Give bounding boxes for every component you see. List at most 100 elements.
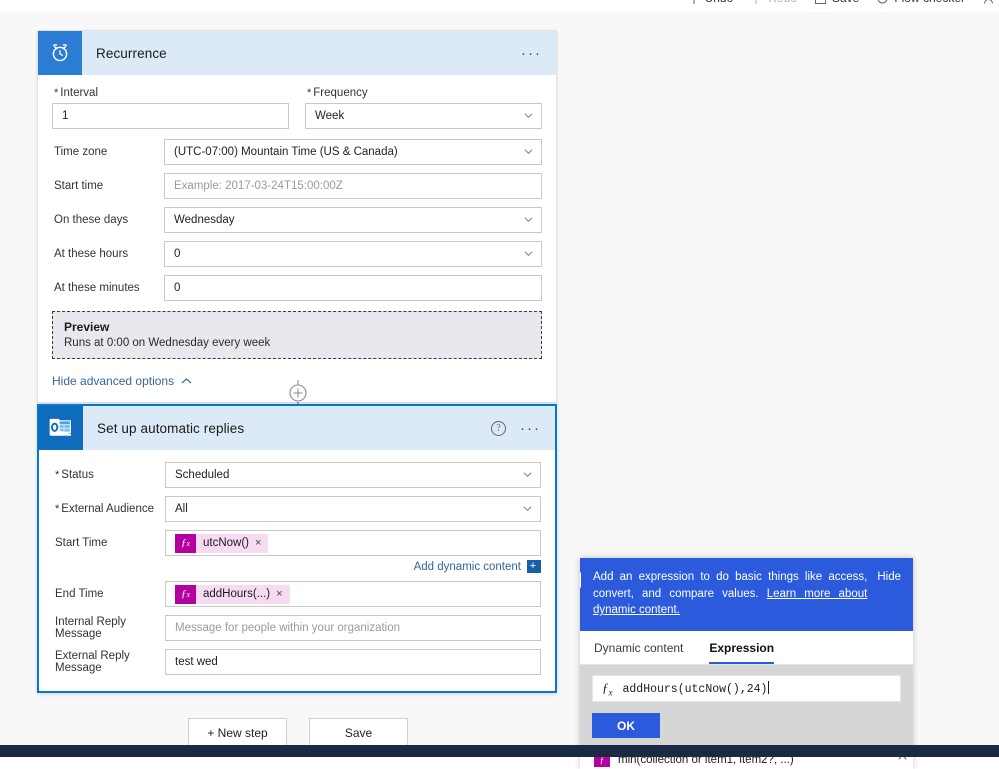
- hide-banner-button[interactable]: Hide: [877, 569, 901, 586]
- save-button[interactable]: Save: [309, 718, 408, 747]
- chevron-down-icon: [523, 504, 532, 513]
- automatic-replies-more-menu[interactable]: ···: [520, 421, 541, 436]
- at-these-minutes-row: At these minutes 0: [52, 275, 542, 301]
- start-time-row: Start Time ƒx utcNow() ×: [53, 530, 541, 556]
- undo-button[interactable]: Undo: [687, 0, 734, 5]
- undo-icon: [687, 0, 700, 5]
- recurrence-card-body: Interval 1 Frequency Week Time: [38, 75, 556, 402]
- internal-reply-label: Internal Reply Message: [55, 616, 126, 640]
- fx-icon: ƒx: [602, 679, 613, 698]
- time-zone-row: Time zone (UTC-07:00) Mountain Time (US …: [52, 139, 542, 165]
- automatic-replies-card[interactable]: Set up automatic replies ? ··· Status Sc…: [37, 404, 557, 693]
- addhours-token-label: addHours(...): [203, 588, 271, 600]
- start-time-input[interactable]: Example: 2017-03-24T15:00:00Z: [164, 173, 542, 199]
- add-dynamic-content-link[interactable]: Add dynamic content +: [165, 560, 541, 573]
- flow-canvas: Recurrence ··· Interval 1 Frequency Week: [0, 12, 999, 769]
- on-these-days-dropdown[interactable]: Wednesday: [164, 207, 542, 233]
- at-these-hours-dropdown[interactable]: 0: [164, 241, 542, 267]
- internal-reply-row: Internal Reply Message Message for peopl…: [53, 615, 541, 641]
- chevron-down-icon: [524, 249, 533, 258]
- redo-icon: [750, 0, 763, 5]
- recurrence-card-title: Recurrence: [96, 45, 167, 61]
- expression-value: addHours(utcNow(),24): [622, 683, 768, 697]
- interval-input[interactable]: 1: [52, 103, 289, 129]
- addhours-token[interactable]: ƒx addHours(...) ×: [175, 584, 290, 604]
- bottom-status-bar: [0, 745, 999, 757]
- external-reply-row: External Reply Message test wed: [53, 649, 541, 675]
- test-flow-button[interactable]: [982, 0, 995, 5]
- status-row: Status Scheduled: [53, 462, 541, 488]
- external-audience-dropdown[interactable]: All: [165, 496, 541, 522]
- callout-arrow-icon: [580, 572, 581, 588]
- external-audience-label: External Audience: [53, 503, 165, 515]
- expression-ok-area: OK: [580, 713, 913, 748]
- external-reply-label: External Reply Message: [55, 650, 130, 674]
- text-caret: [768, 681, 770, 695]
- chevron-down-icon: [524, 111, 533, 120]
- fx-icon: ƒx: [175, 533, 196, 553]
- at-these-minutes-input[interactable]: 0: [164, 275, 542, 301]
- status-value: Scheduled: [175, 469, 230, 481]
- fx-icon: ƒx: [175, 584, 196, 604]
- end-time-label: End Time: [55, 588, 104, 600]
- start-time-label: Start time: [54, 180, 104, 192]
- automatic-replies-card-header[interactable]: Set up automatic replies ? ···: [39, 406, 555, 450]
- expression-tabs: Dynamic content Expression: [580, 631, 913, 666]
- at-these-minutes-value: 0: [174, 282, 181, 294]
- redo-label: Redo: [768, 0, 797, 5]
- status-label: Status: [53, 469, 165, 481]
- recurrence-more-menu[interactable]: ···: [521, 46, 542, 61]
- ok-button[interactable]: OK: [592, 713, 660, 739]
- add-icon[interactable]: +: [527, 560, 541, 573]
- chevron-up-icon: [181, 374, 192, 388]
- remove-token-icon[interactable]: ×: [276, 588, 289, 600]
- preview-box: Preview Runs at 0:00 on Wednesday every …: [52, 311, 542, 359]
- on-these-days-value: Wednesday: [174, 214, 235, 226]
- frequency-label: Frequency: [305, 87, 542, 99]
- start-time-input[interactable]: ƒx utcNow() ×: [165, 530, 541, 556]
- end-time-input[interactable]: ƒx addHours(...) ×: [165, 581, 541, 607]
- on-these-days-label: On these days: [54, 214, 129, 226]
- footer-actions: + New step Save: [188, 718, 408, 747]
- person-icon: [982, 0, 995, 5]
- add-dynamic-content-row: Add dynamic content +: [53, 558, 541, 579]
- automatic-replies-card-title: Set up automatic replies: [97, 420, 245, 436]
- at-these-minutes-label: At these minutes: [54, 282, 140, 294]
- internal-reply-input[interactable]: Message for people within your organizat…: [165, 615, 541, 641]
- time-zone-label: Time zone: [54, 146, 108, 158]
- frequency-value: Week: [315, 110, 345, 122]
- tab-expression[interactable]: Expression: [709, 641, 775, 665]
- outlook-icon: [39, 406, 83, 450]
- external-reply-value: test wed: [175, 656, 218, 668]
- undo-label: Undo: [705, 0, 734, 5]
- preview-text: Runs at 0:00 on Wednesday every week: [64, 337, 271, 349]
- tab-dynamic-content[interactable]: Dynamic content: [594, 641, 683, 664]
- chevron-down-icon: [524, 147, 533, 156]
- on-these-days-row: On these days Wednesday: [52, 207, 542, 233]
- at-these-hours-value: 0: [174, 248, 181, 260]
- frequency-dropdown[interactable]: Week: [305, 103, 542, 129]
- recurrence-card-header[interactable]: Recurrence ···: [38, 31, 556, 75]
- expression-banner: Add an expression to do basic things lik…: [580, 558, 913, 632]
- redo-button[interactable]: Redo: [750, 0, 797, 5]
- external-audience-row: External Audience All: [53, 496, 541, 522]
- add-dynamic-content-label: Add dynamic content: [413, 560, 521, 573]
- flow-checker-button[interactable]: Flow checker: [876, 0, 965, 5]
- interval-label: Interval: [52, 87, 289, 99]
- status-dropdown[interactable]: Scheduled: [165, 462, 541, 488]
- utcnow-token[interactable]: ƒx utcNow() ×: [175, 533, 269, 553]
- chevron-down-icon: [524, 215, 533, 224]
- save-button[interactable]: Save: [814, 0, 859, 5]
- remove-token-icon[interactable]: ×: [255, 537, 268, 549]
- flow-checker-icon: [876, 0, 889, 5]
- expression-editor-area: ƒx addHours(utcNow(),24): [580, 665, 913, 714]
- automatic-replies-card-body: Status Scheduled External Audience All: [39, 450, 555, 691]
- start-time-placeholder: Example: 2017-03-24T15:00:00Z: [174, 180, 343, 192]
- at-these-hours-row: At these hours 0: [52, 241, 542, 267]
- new-step-button[interactable]: + New step: [188, 718, 287, 747]
- external-reply-input[interactable]: test wed: [165, 649, 541, 675]
- time-zone-dropdown[interactable]: (UTC-07:00) Mountain Time (US & Canada): [164, 139, 542, 165]
- help-icon[interactable]: ?: [491, 420, 506, 436]
- recurrence-card[interactable]: Recurrence ··· Interval 1 Frequency Week: [37, 30, 557, 403]
- expression-input[interactable]: ƒx addHours(utcNow(),24): [592, 675, 901, 703]
